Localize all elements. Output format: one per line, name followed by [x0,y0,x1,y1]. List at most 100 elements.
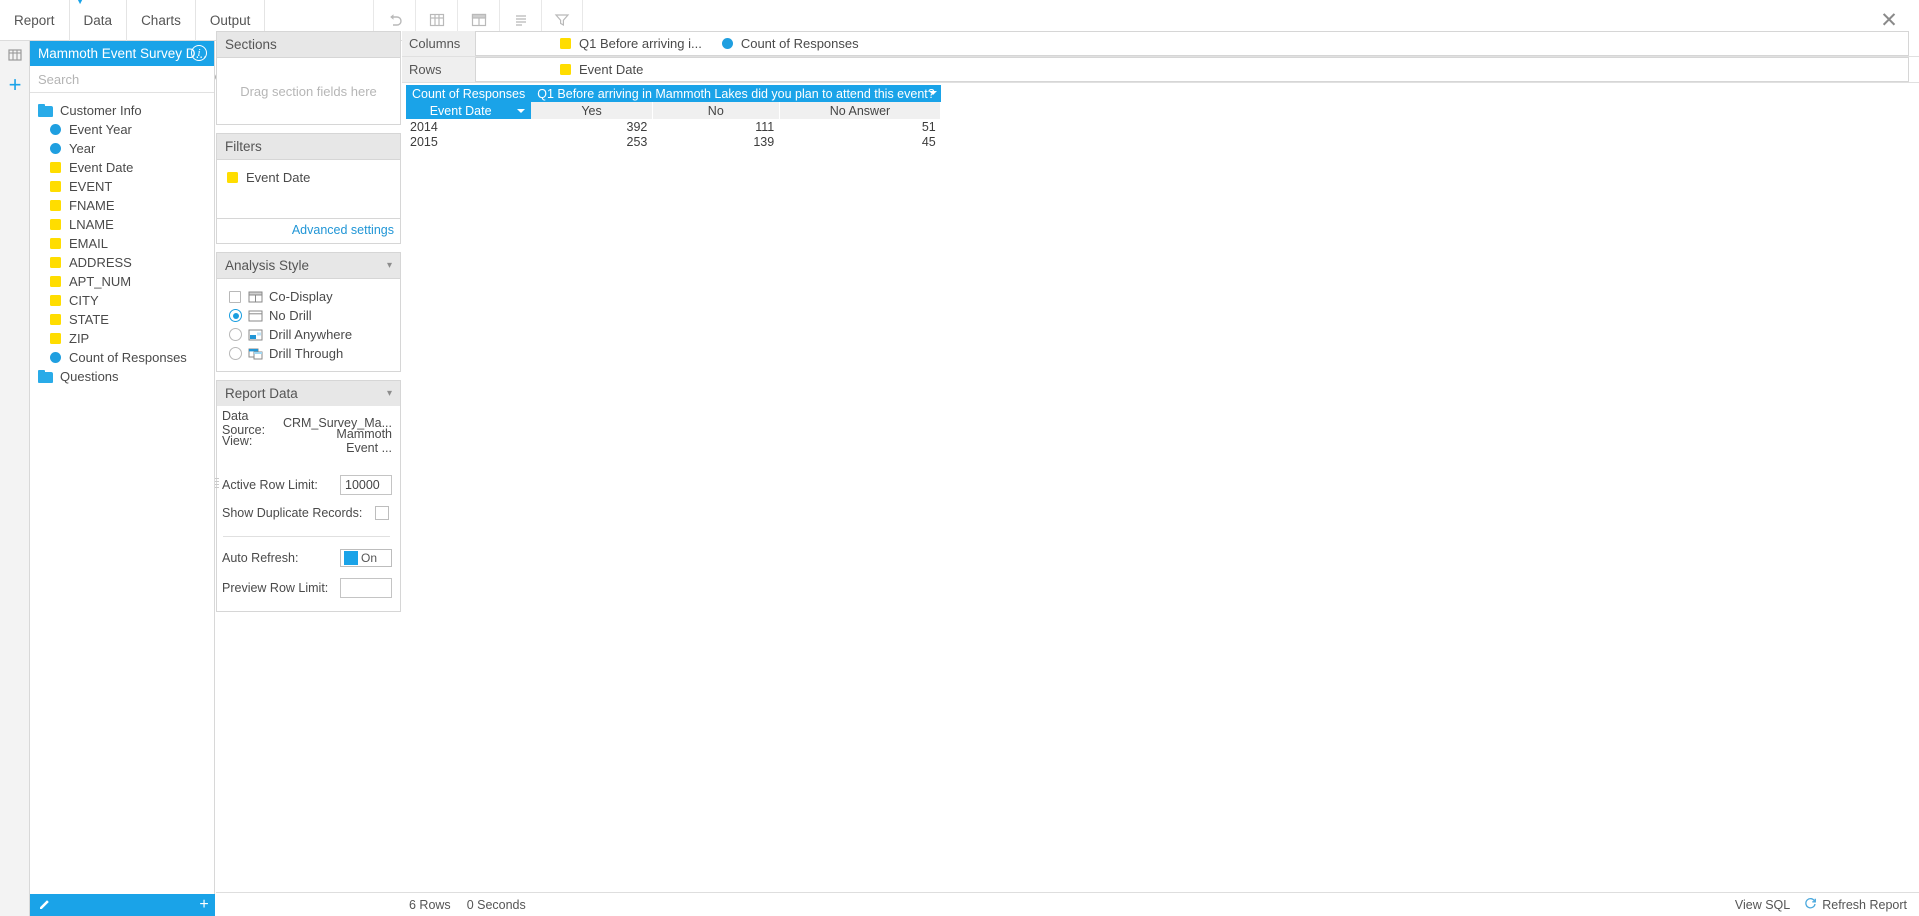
active-row-limit-input[interactable]: 10000 [340,475,392,495]
crosstab-col-header-no[interactable]: No [652,102,780,119]
view-label: View: [222,434,253,448]
tree-node[interactable]: Count of Responses [30,348,214,367]
tree-node-label: FNAME [69,198,115,213]
rows-shelf-dropzone[interactable]: Event Date [476,57,1909,82]
settings-column-footer [216,892,402,916]
crosstab-col-header-yes[interactable]: Yes [531,102,653,119]
tree-node[interactable]: EMAIL [30,234,214,253]
tree-node-label: Event Date [69,160,134,175]
crosstab-corner[interactable]: Event Date [406,102,532,119]
no-drill-label: No Drill [269,308,312,323]
option-co-display[interactable]: Co-Display [229,287,400,306]
tree-node-label: EVENT [69,179,113,194]
tree-node[interactable]: Event Year [30,120,214,139]
preview-row-limit-input[interactable] [340,578,392,598]
option-drill-anywhere[interactable]: Drill Anywhere [229,325,400,344]
grid-icon[interactable] [0,41,30,68]
tree-node[interactable]: CITY [30,291,214,310]
analysis-style-header[interactable]: Analysis Style ▾ [216,252,401,278]
tree-node[interactable]: Event Date [30,158,214,177]
analysis-style-body: Co-Display No Drill Drill Anywhere Drill… [216,278,401,372]
crosstab-column-title[interactable]: Q1 Before arriving in Mammoth Lakes did … [531,85,941,102]
rows-shelf: Rows Event Date [402,57,1919,83]
tree-node-label: ZIP [69,331,90,346]
dimension-icon [227,172,238,183]
columns-field-q1[interactable]: Q1 Before arriving i... [560,36,702,51]
tree-node[interactable]: EVENT [30,177,214,196]
view-sql-button[interactable]: View SQL [1735,898,1790,912]
crosstab-measure-title: Count of Responses [406,85,532,102]
tree-node[interactable]: ZIP [30,329,214,348]
drill-through-radio[interactable] [229,347,242,360]
crosstab-table[interactable]: Count of Responses Q1 Before arriving in… [406,85,942,149]
resize-grip[interactable] [215,478,219,490]
columns-field-count[interactable]: Count of Responses [721,36,859,51]
table-row[interactable]: 2014 392 111 51 [406,119,941,134]
option-no-drill[interactable]: No Drill [229,306,400,325]
info-icon[interactable]: i [191,45,207,61]
tree-node[interactable]: APT_NUM [30,272,214,291]
pencil-icon[interactable] [30,897,58,913]
search-input[interactable] [38,71,214,87]
no-drill-radio[interactable] [229,309,242,322]
chevron-down-icon[interactable]: ▾ [387,260,392,271]
view-value[interactable]: Mammoth Event ... [333,427,392,455]
tree-node-label: EMAIL [69,236,109,251]
analysis-style-title: Analysis Style [225,258,310,273]
sections-body[interactable]: Drag section fields here [216,57,401,125]
show-duplicate-checkbox[interactable] [375,506,389,520]
datasource-title-bar[interactable]: Mammoth Event Survey D... i [30,41,214,66]
tree-node[interactable]: FNAME [30,196,214,215]
refresh-icon [1804,897,1817,913]
crosstab-header-row: Event Date Yes No No Answer [406,102,942,119]
crosstab-row-label: 2015 [406,134,532,149]
co-display-label: Co-Display [269,289,333,304]
crosstab-col-header-no-answer[interactable]: No Answer [779,102,942,119]
chevron-down-icon[interactable]: ▾ [387,388,392,399]
co-display-checkbox[interactable] [229,290,241,303]
refresh-report-button[interactable]: Refresh Report [1804,897,1907,913]
tree-node[interactable]: Customer Info [30,101,214,120]
columns-field-count-label: Count of Responses [740,36,859,51]
table-row[interactable]: 2015 253 139 45 [406,134,941,149]
filter-field-event-date[interactable]: Event Date [227,170,400,185]
sections-drop-hint: Drag section fields here [240,83,377,99]
report-data-header[interactable]: Report Data ▾ [216,380,401,406]
tree-node-label: Event Year [69,122,132,137]
show-duplicate-label: Show Duplicate Records: [222,506,363,520]
left-rail: + [0,41,30,916]
add-datasource-button[interactable]: + [0,68,30,102]
columns-shelf-dropzone[interactable]: Q1 Before arriving i... Count of Respons… [476,31,1909,56]
tree-node[interactable]: ADDRESS [30,253,214,272]
auto-refresh-toggle[interactable]: On [340,549,392,567]
crosstab-cell: 45 [779,134,941,149]
filters-header[interactable]: Filters [216,133,401,159]
active-row-limit-label: Active Row Limit: [222,478,318,492]
preview-row-limit-row: Preview Row Limit: [221,575,392,601]
option-drill-through[interactable]: Drill Through [229,344,400,363]
crosstab-corner-label: Event Date [429,103,492,118]
active-tab-indicator: ▼ [68,0,92,6]
filters-body[interactable]: Event Date [216,159,401,219]
rows-field-event-date[interactable]: Event Date [560,62,643,77]
tree-node[interactable]: Year [30,139,214,158]
chevron-down-icon[interactable] [928,91,937,95]
report-data-title: Report Data [225,386,298,401]
tree-node[interactable]: LNAME [30,215,214,234]
sections-header[interactable]: Sections [216,31,401,57]
crosstab-cell: 253 [531,134,653,149]
tree-node[interactable]: Questions [30,367,214,386]
advanced-settings-link[interactable]: Advanced settings [216,219,401,244]
add-field-button[interactable]: + [193,896,215,914]
dimension-icon [560,64,571,75]
measure-icon [50,124,61,135]
drillthrough-icon [248,348,263,360]
columns-shelf: Columns Q1 Before arriving i... Count of… [402,31,1919,57]
menu-item-report[interactable]: Report [0,0,70,41]
tree-node[interactable]: STATE [30,310,214,329]
folder-icon [38,369,53,383]
drill-anywhere-radio[interactable] [229,328,242,341]
chevron-down-icon[interactable] [517,109,526,113]
menu-item-charts[interactable]: Charts [127,0,196,41]
view-row: View: Mammoth Event ... [221,427,392,455]
